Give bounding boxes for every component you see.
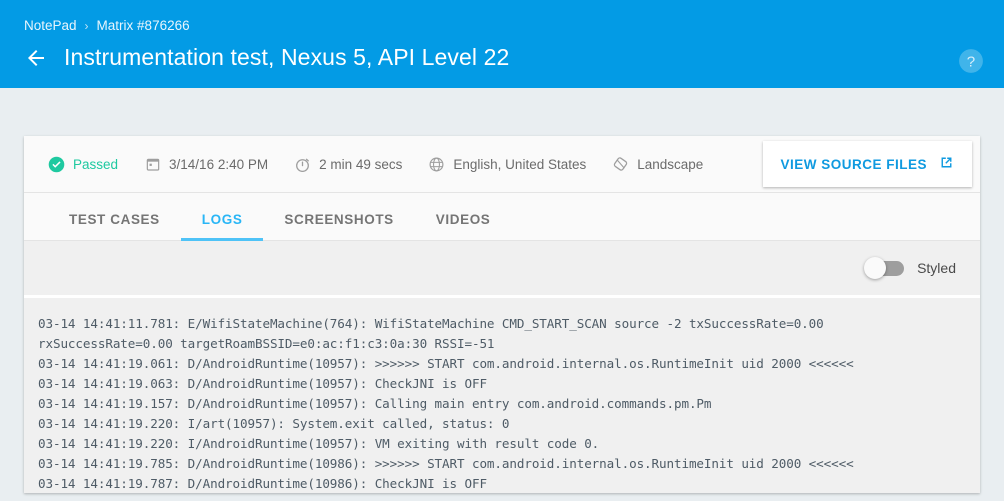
view-source-files-label: VIEW SOURCE FILES: [780, 157, 927, 172]
arrow-back-icon[interactable]: [24, 46, 48, 70]
meta-row: Passed 3/14/16 2:40 PM 2 min 49 secs: [24, 136, 980, 193]
breadcrumb-item-notepad[interactable]: NotePad: [24, 18, 77, 33]
page-title: Instrumentation test, Nexus 5, API Level…: [64, 44, 509, 71]
styled-toggle-label: Styled: [917, 260, 956, 276]
svg-text:?: ?: [967, 53, 975, 70]
screen-rotation-icon: [612, 156, 629, 173]
help-circle-icon[interactable]: ?: [958, 48, 984, 74]
status-badge: Passed: [48, 156, 118, 173]
tab-test-cases[interactable]: TEST CASES: [48, 212, 181, 240]
meta-locale-label: English, United States: [453, 157, 586, 172]
meta-date: 3/14/16 2:40 PM: [144, 156, 268, 173]
title-row: Instrumentation test, Nexus 5, API Level…: [24, 44, 509, 71]
meta-date-label: 3/14/16 2:40 PM: [169, 157, 268, 172]
tab-bar: TEST CASES LOGS SCREENSHOTS VIDEOS: [24, 193, 980, 241]
tab-screenshots[interactable]: SCREENSHOTS: [263, 212, 414, 240]
meta-orientation: Landscape: [612, 156, 703, 173]
log-options-row: Styled: [24, 241, 980, 298]
log-line: 03-14 14:41:19.785: D/AndroidRuntime(109…: [38, 454, 960, 474]
test-result-card: Passed 3/14/16 2:40 PM 2 min 49 secs: [24, 136, 980, 493]
calendar-icon: [144, 156, 161, 173]
log-line: 03-14 14:41:19.220: I/art(10957): System…: [38, 414, 960, 434]
log-line: 03-14 14:41:19.061: D/AndroidRuntime(109…: [38, 354, 960, 374]
log-line: 03-14 14:41:19.787: D/AndroidRuntime(109…: [38, 474, 960, 493]
status-label: Passed: [73, 157, 118, 172]
tab-videos[interactable]: VIDEOS: [415, 212, 512, 240]
meta-orientation-label: Landscape: [637, 157, 703, 172]
view-source-files-button[interactable]: VIEW SOURCE FILES: [763, 141, 972, 187]
open-in-new-icon: [938, 154, 955, 174]
log-output-panel[interactable]: 03-14 14:41:11.781: E/WifiStateMachine(7…: [24, 298, 980, 493]
breadcrumb-separator-icon: ›: [85, 19, 89, 33]
breadcrumb: NotePad › Matrix #876266: [24, 18, 190, 33]
timer-icon: [294, 156, 311, 173]
breadcrumb-item-matrix[interactable]: Matrix #876266: [97, 18, 190, 33]
app-bar: NotePad › Matrix #876266 Instrumentation…: [0, 0, 1004, 88]
check-circle-icon: [48, 156, 65, 173]
styled-toggle-switch[interactable]: [866, 261, 904, 276]
meta-locale: English, United States: [428, 156, 586, 173]
log-line: 03-14 14:41:19.220: I/AndroidRuntime(109…: [38, 434, 960, 454]
log-line: 03-14 14:41:19.063: D/AndroidRuntime(109…: [38, 374, 960, 394]
log-line: rxSuccessRate=0.00 targetRoamBSSID=e0:ac…: [38, 334, 960, 354]
meta-duration: 2 min 49 secs: [294, 156, 402, 173]
styled-toggle-knob: [864, 257, 886, 279]
tab-logs[interactable]: LOGS: [181, 212, 264, 240]
log-line: 03-14 14:41:19.157: D/AndroidRuntime(109…: [38, 394, 960, 414]
meta-duration-label: 2 min 49 secs: [319, 157, 402, 172]
log-line: 03-14 14:41:11.781: E/WifiStateMachine(7…: [38, 314, 960, 334]
globe-icon: [428, 156, 445, 173]
styled-toggle[interactable]: Styled: [866, 260, 956, 276]
